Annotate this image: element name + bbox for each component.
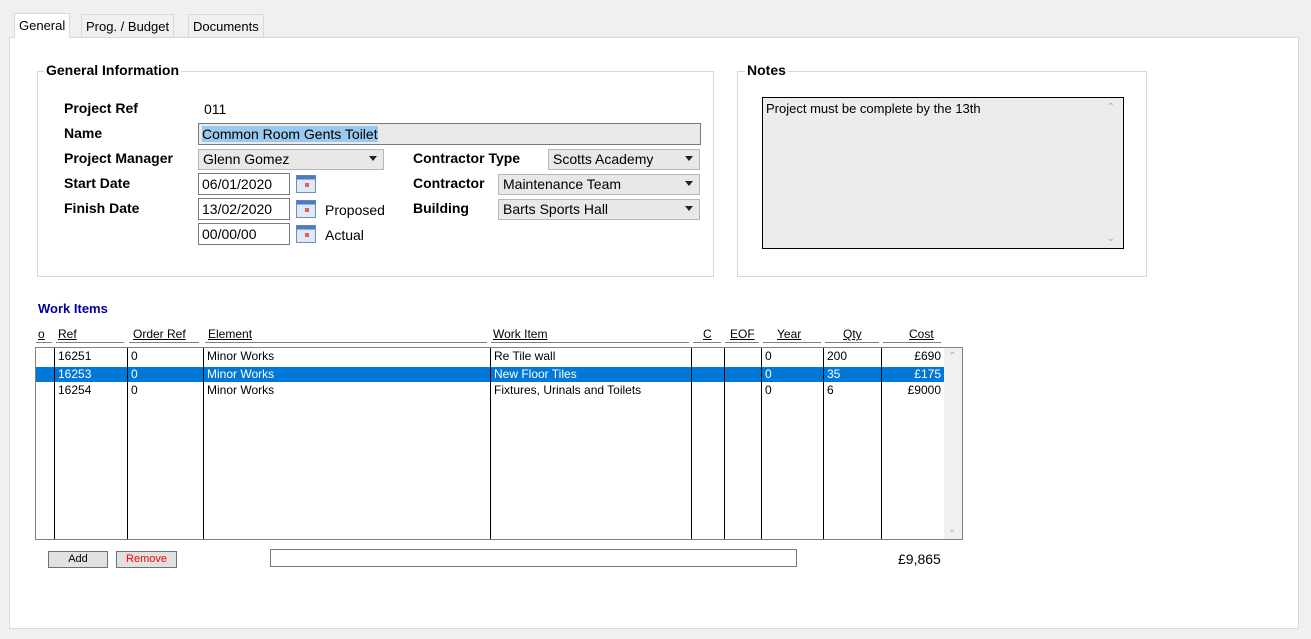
cell-ref: 16251	[58, 349, 92, 363]
chevron-down-icon	[369, 156, 377, 161]
header-underline	[763, 342, 821, 343]
project-manager-select[interactable]: Glenn Gomez	[198, 149, 384, 170]
calendar-icon[interactable]	[296, 200, 316, 218]
contractor-label: Contractor	[413, 175, 485, 191]
cell-cost: £690	[914, 349, 941, 363]
scroll-up-icon[interactable]: ⌃	[948, 351, 956, 362]
chevron-down-icon	[685, 156, 693, 161]
column-divider	[881, 348, 882, 539]
cell-element: Minor Works	[207, 367, 275, 381]
notes-legend: Notes	[745, 62, 788, 78]
header-underline	[825, 342, 879, 343]
cell-qty: 6	[827, 383, 834, 397]
header-underline	[205, 342, 487, 343]
building-label: Building	[413, 200, 469, 216]
header-ref[interactable]: Ref	[58, 327, 77, 341]
header-cost[interactable]: Cost	[909, 327, 934, 341]
header-c[interactable]: C	[703, 327, 712, 341]
column-divider	[127, 348, 128, 539]
project-manager-value: Glenn Gomez	[203, 151, 290, 167]
calendar-icon[interactable]	[296, 225, 316, 243]
tab-documents[interactable]: Documents	[188, 14, 264, 38]
column-divider	[823, 348, 824, 539]
add-button[interactable]: Add	[48, 551, 108, 568]
cell-element: Minor Works	[207, 349, 275, 363]
project-manager-label: Project Manager	[64, 150, 173, 166]
finish-date-field[interactable]: 13/02/2020	[198, 198, 290, 220]
project-ref-value: 011	[204, 101, 227, 117]
cell-order-ref: 0	[131, 349, 138, 363]
contractor-select[interactable]: Maintenance Team	[498, 174, 700, 195]
work-item-detail-field[interactable]	[270, 549, 797, 567]
cell-work-item: New Floor Tiles	[494, 367, 577, 381]
header-underline	[129, 342, 199, 343]
finish-date-label: Finish Date	[64, 200, 140, 216]
name-value: Common Room Gents Toilet	[202, 126, 378, 142]
header-eof[interactable]: EOF	[730, 327, 755, 341]
column-divider	[761, 348, 762, 539]
cell-year: 0	[765, 349, 772, 363]
remove-button[interactable]: Remove	[116, 551, 177, 568]
start-date-field[interactable]: 06/01/2020	[198, 173, 290, 195]
column-divider	[203, 348, 204, 539]
cell-qty: 200	[827, 349, 848, 363]
header-underline	[693, 342, 721, 343]
column-divider	[691, 348, 692, 539]
calendar-icon[interactable]	[296, 175, 316, 193]
header-underline	[491, 342, 689, 343]
building-select[interactable]: Barts Sports Hall	[498, 199, 700, 220]
name-label: Name	[64, 125, 103, 141]
cell-order-ref: 0	[131, 383, 138, 397]
contractor-type-select[interactable]: Scotts Academy	[548, 149, 700, 170]
actual-date-field[interactable]: 00/00/00	[198, 223, 290, 245]
grid-scrollbar[interactable]: ⌃ ⌄	[944, 348, 962, 539]
header-year[interactable]: Year	[777, 327, 801, 341]
notes-text: Project must be complete by the 13th	[766, 101, 981, 116]
header-element[interactable]: Element	[208, 327, 252, 341]
cell-year: 0	[765, 367, 772, 381]
scroll-down-icon[interactable]: ⌄	[948, 524, 956, 535]
contractor-type-label: Contractor Type	[413, 150, 521, 166]
tab-prog-budget[interactable]: Prog. / Budget	[81, 14, 175, 38]
header-underline	[36, 342, 52, 343]
header-underline	[883, 342, 941, 343]
cell-work-item: Fixtures, Urinals and Toilets	[494, 383, 642, 397]
actual-label: Actual	[325, 227, 364, 243]
notes-textarea[interactable]: Project must be complete by the 13th ⌃ ⌄	[762, 97, 1124, 249]
header-work-item[interactable]: Work Item	[493, 327, 547, 341]
start-date-label: Start Date	[64, 175, 131, 191]
column-divider	[724, 348, 725, 539]
building-value: Barts Sports Hall	[503, 201, 609, 217]
contractor-type-value: Scotts Academy	[553, 151, 654, 167]
proposed-label: Proposed	[325, 202, 385, 218]
scroll-down-icon[interactable]: ⌄	[1107, 233, 1115, 244]
cell-work-item: Re Tile wall	[494, 349, 556, 363]
header-underline	[725, 342, 759, 343]
work-items-grid[interactable]: 16251 0 Minor Works Re Tile wall 0 200 £…	[35, 347, 963, 540]
cell-element: Minor Works	[207, 383, 275, 397]
cell-cost: £175	[914, 367, 941, 381]
column-divider	[54, 348, 55, 539]
name-field[interactable]: Common Room Gents Toilet	[198, 123, 701, 145]
work-items-title: Work Items	[38, 301, 108, 316]
cell-year: 0	[765, 383, 772, 397]
contractor-value: Maintenance Team	[503, 176, 622, 192]
cell-ref: 16253	[58, 367, 92, 381]
tab-general[interactable]: General	[14, 13, 71, 38]
header-o[interactable]: o	[38, 327, 45, 341]
scroll-up-icon[interactable]: ⌃	[1107, 102, 1115, 113]
header-order-ref[interactable]: Order Ref	[133, 327, 186, 341]
chevron-down-icon	[685, 206, 693, 211]
header-qty[interactable]: Qty	[843, 327, 862, 341]
cell-cost: £9000	[907, 383, 941, 397]
cell-order-ref: 0	[131, 367, 138, 381]
total-cost: £9,865	[898, 551, 941, 567]
project-ref-label: Project Ref	[64, 100, 138, 116]
cell-ref: 16254	[58, 383, 92, 397]
column-divider	[490, 348, 491, 539]
chevron-down-icon	[685, 181, 693, 186]
cell-qty: 35	[827, 367, 841, 381]
general-information-legend: General Information	[44, 62, 182, 78]
header-underline	[56, 342, 124, 343]
